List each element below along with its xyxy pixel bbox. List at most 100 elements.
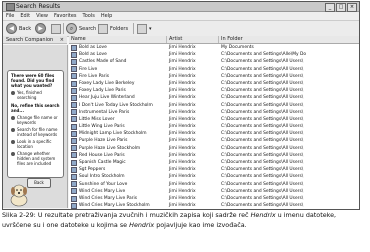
list-item[interactable]: Purple Haze Live Paris Jimi Hendrix C:\Doc… — [69, 137, 359, 145]
folders-button[interactable]: Folders — [98, 23, 128, 34]
views-button[interactable]: ▾ — [137, 23, 152, 34]
menu-view[interactable]: View — [36, 12, 48, 20]
folder-cell: C:\Documents and Settings\All Users\ — [221, 124, 304, 130]
list-item[interactable]: Spanish Castle Magic Jimi Hendrix C:\Docum… — [69, 159, 359, 166]
option-hidden-files[interactable]: Change whether hidden and system files a… — [11, 151, 60, 166]
menu-favorites[interactable]: Favorites — [54, 12, 77, 20]
audio-file-icon — [71, 159, 77, 166]
option-search-file-name[interactable]: Search for file name instead of keywords — [11, 127, 60, 137]
list-item[interactable]: Little Wing Live Paris Jimi Hendrix C:\Doc… — [69, 123, 359, 130]
list-item[interactable]: Midnight Lamp Live Stockholm Jimi Hendrix… — [69, 130, 359, 137]
audio-file-icon — [71, 94, 77, 101]
column-header-artist[interactable]: Artist — [167, 36, 219, 43]
folder-cell: C:\Documents and Settings\All Users\ — [221, 138, 304, 144]
artist-cell: Jimi Hendrix — [169, 167, 196, 173]
search-button[interactable]: ⌕ Search — [66, 23, 96, 34]
artist-cell: Jimi Hendrix — [169, 116, 196, 122]
menu-help[interactable]: Help — [101, 12, 112, 20]
file-name-cell: I Don't Live Today Live Stockholm — [69, 102, 167, 109]
file-name-cell: Little Miss Lover — [69, 116, 167, 123]
list-item[interactable]: Soul Intro Stockholm Jimi Hendrix C:\Docum… — [69, 173, 359, 180]
figure-caption: Slika 2-29: U rezultate pretraživanja zv… — [2, 211, 337, 229]
audio-file-icon — [71, 109, 77, 116]
artist-cell: Jimi Hendrix — [169, 80, 196, 86]
list-item[interactable]: I Don't Live Today Live Stockholm Jimi He… — [69, 102, 359, 109]
folder-cell: C:\Documents and Settings\Alle\My Do — [221, 52, 307, 58]
menu-file[interactable]: File — [6, 12, 14, 20]
artist-cell: Jimi Hendrix — [169, 131, 196, 137]
folder-cell: C:\Documents and Settings\All Users\ — [221, 181, 304, 187]
title-bar: Search Results _ □ × — [3, 2, 359, 12]
list-item[interactable]: Wind Cries Mary Live Stockholm Jimi Hendr… — [69, 202, 359, 209]
list-item[interactable]: Bold as Love Jimi Hendrix My Documents — [69, 44, 359, 51]
artist-cell: Jimi Hendrix — [169, 45, 196, 50]
audio-file-icon — [71, 58, 77, 65]
folder-cell: C:\Documents and Settings\All Users\ — [221, 109, 304, 115]
list-item[interactable]: Fire Live Jimi Hendrix C:\Documents and Se… — [69, 66, 359, 73]
file-name-cell: Foxey Lady Live Berkeley — [69, 80, 167, 87]
audio-file-icon — [71, 145, 77, 152]
close-pane-icon[interactable]: × — [60, 36, 64, 44]
list-item[interactable]: Hear Juju Live Winterland Jimi Hendrix C:\… — [69, 94, 359, 101]
artist-cell: Jimi Hendrix — [169, 73, 196, 79]
minimize-button[interactable]: _ — [325, 3, 335, 12]
search-companion-bubble: There were 60 files found. Did you find … — [7, 70, 64, 178]
file-name-cell: Wind Cries Mary Live — [69, 188, 167, 195]
list-item[interactable]: Foxey Lady Live Berkeley Jimi Hendrix C:\D… — [69, 80, 359, 87]
artist-cell: Jimi Hendrix — [169, 88, 196, 94]
audio-file-icon — [71, 166, 77, 173]
option-change-keywords[interactable]: Change file name or keywords — [11, 115, 60, 125]
list-item[interactable]: Bold as Love Jimi Hendrix C:\Documents and… — [69, 51, 359, 58]
list-item[interactable]: Castles Made of Sand Jimi Hendrix C:\Docum… — [69, 58, 359, 65]
file-name-cell: Foxey Lady Live Paris — [69, 87, 167, 94]
artist-cell: Jimi Hendrix — [169, 174, 196, 180]
forward-button[interactable]: ▶ — [35, 23, 46, 34]
folder-cell: C:\Documents and Settings\All Users\ — [221, 73, 304, 79]
list-item[interactable]: Instrumental Live Paris Jimi Hendrix C:\Do… — [69, 109, 359, 116]
audio-file-icon — [71, 73, 77, 80]
folder-cell: C:\Documents and Settings\All Users\ — [221, 80, 304, 86]
maximize-button[interactable]: □ — [336, 3, 346, 12]
arrow-icon — [11, 152, 15, 156]
search-companion-pane: There were 60 files found. Did you find … — [3, 45, 68, 208]
refine-heading: No, refine this search and... — [11, 103, 60, 113]
back-button[interactable]: ◀ Back — [6, 23, 31, 34]
option-look-location[interactable]: Look in a specific location — [11, 139, 60, 149]
audio-file-icon — [71, 87, 77, 94]
menu-edit[interactable]: Edit — [20, 12, 30, 20]
folder-cell: C:\Documents and Settings\All Users\ — [221, 160, 304, 165]
audio-file-icon — [71, 80, 77, 87]
list-item[interactable]: Wind Cries Mary Live Jimi Hendrix C:\Docum… — [69, 188, 359, 195]
file-name-cell: Bold as Love — [69, 51, 167, 58]
artist-cell: Jimi Hendrix — [169, 181, 196, 187]
list-item[interactable]: Purple Haze Live Stockholm Jimi Hendrix C:… — [69, 145, 359, 152]
folder-cell: C:\Documents and Settings\All Users\ — [221, 203, 304, 209]
folder-cell: C:\Documents and Settings\All Users\ — [221, 131, 304, 137]
arrow-icon — [11, 116, 15, 120]
list-item[interactable]: Wind Cries Mary Live Paris Jimi Hendrix C:… — [69, 195, 359, 202]
list-item[interactable]: Foxey Lady Live Paris Jimi Hendrix C:\Docu… — [69, 87, 359, 94]
audio-file-icon — [71, 152, 77, 159]
list-item[interactable]: Sunshine of Your Love Jimi Hendrix C:\Docu… — [69, 181, 359, 188]
menu-bar: File Edit View Favorites Tools Help — [3, 12, 359, 21]
list-item[interactable]: Red House Live Paris Jimi Hendrix C:\Docum… — [69, 152, 359, 159]
list-item[interactable]: Little Miss Lover Jimi Hendrix C:\Document… — [69, 116, 359, 123]
back-arrow-icon: ◀ — [6, 23, 17, 34]
file-name-cell: Little Wing Live Paris — [69, 123, 167, 130]
column-header-folder[interactable]: In Folder — [219, 36, 359, 43]
close-button[interactable]: × — [347, 3, 357, 12]
folder-cell: My Documents — [221, 45, 254, 50]
file-name-cell: Sgt Peppers — [69, 166, 167, 173]
file-name-cell: Fire Live Paris — [69, 73, 167, 80]
arrow-icon — [11, 140, 15, 144]
list-item[interactable]: Sgt Peppers Jimi Hendrix C:\Documents and … — [69, 166, 359, 173]
artist-cell: Jimi Hendrix — [169, 145, 196, 151]
menu-tools[interactable]: Tools — [83, 12, 95, 20]
column-header-name[interactable]: Name — [69, 36, 167, 43]
up-folder-button[interactable] — [51, 23, 61, 34]
option-finished[interactable]: Yes, finished searching — [11, 90, 60, 100]
folder-cell: C:\Documents and Settings\All Users\ — [221, 152, 304, 158]
folder-cell: C:\Documents and Settings\All Users\ — [221, 167, 304, 173]
file-name-cell: Purple Haze Live Paris — [69, 137, 167, 145]
list-item[interactable]: Fire Live Paris Jimi Hendrix C:\Documents … — [69, 73, 359, 80]
